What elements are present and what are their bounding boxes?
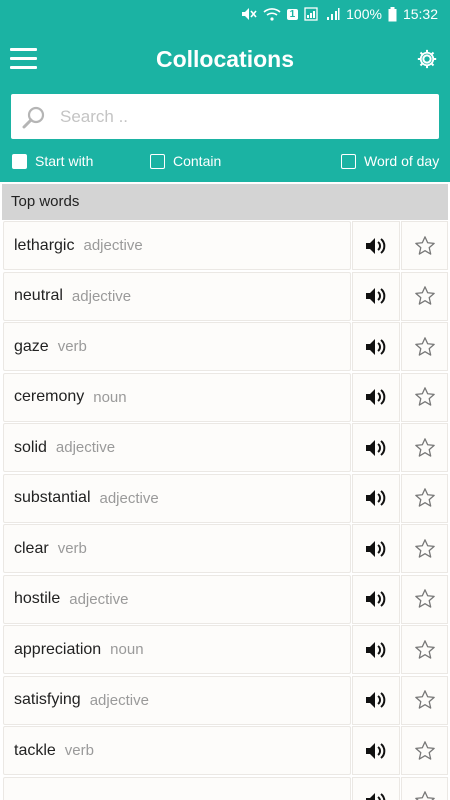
- speaker-icon[interactable]: [352, 726, 400, 775]
- word-entry[interactable]: [3, 776, 351, 800]
- speaker-icon[interactable]: [352, 625, 400, 674]
- signal-bars-icon: [327, 8, 340, 20]
- search-box: [11, 94, 439, 139]
- word-text: clear: [14, 539, 49, 557]
- word-pos: verb: [64, 742, 94, 759]
- speaker-icon[interactable]: [352, 372, 400, 422]
- word-pos: adjective: [69, 590, 129, 608]
- word-entry[interactable]: substantial adjective: [3, 473, 351, 523]
- filter-label: Word of day: [364, 153, 440, 169]
- word-pos: adjective: [89, 691, 149, 709]
- word-entry[interactable]: hostile adjective: [3, 574, 351, 624]
- filter-label: Contain: [173, 153, 222, 169]
- word-of-day-checkbox[interactable]: [341, 153, 356, 169]
- search-area: Start with Contain Word of day: [0, 90, 450, 182]
- word-pos: adjective: [71, 287, 132, 305]
- star-outline-icon[interactable]: [401, 271, 448, 321]
- filter-word-of-day[interactable]: Word of day: [341, 153, 439, 169]
- word-entry[interactable]: gaze verb: [3, 322, 351, 371]
- search-icon: [22, 106, 45, 128]
- word-entry[interactable]: solid adjective: [3, 423, 351, 472]
- list-item: lethargic adjective: [0, 221, 450, 270]
- star-outline-icon[interactable]: [401, 423, 448, 472]
- star-outline-icon[interactable]: [401, 372, 448, 422]
- word-pos: verb: [57, 540, 87, 557]
- word-text: ceremony: [14, 388, 85, 405]
- speaker-icon[interactable]: [352, 271, 400, 321]
- speaker-icon[interactable]: [352, 574, 400, 624]
- star-outline-icon[interactable]: [401, 524, 448, 573]
- status-bar: 1 100% 15:32: [0, 0, 450, 28]
- section-header: Top words: [2, 184, 448, 220]
- list-item: substantial adjective: [0, 473, 450, 523]
- sim-badge: 1: [286, 8, 299, 20]
- app-title: Collocations: [155, 46, 294, 72]
- speaker-icon[interactable]: [352, 776, 400, 800]
- contain-checkbox[interactable]: [150, 153, 165, 169]
- word-text: tackle: [14, 741, 56, 759]
- word-pos: noun: [93, 388, 127, 406]
- word-entry[interactable]: tackle verb: [3, 726, 351, 775]
- word-entry[interactable]: clear verb: [3, 524, 351, 573]
- star-outline-icon[interactable]: [401, 625, 448, 674]
- battery-icon: [388, 6, 397, 21]
- list-item: neutral adjective: [0, 271, 450, 321]
- star-outline-icon[interactable]: [401, 776, 448, 800]
- filter-start-with[interactable]: Start with: [12, 153, 93, 169]
- speaker-icon[interactable]: [352, 221, 400, 270]
- speaker-icon[interactable]: [352, 473, 400, 523]
- word-text: lethargic: [14, 236, 75, 254]
- star-outline-icon[interactable]: [401, 726, 448, 775]
- gear-icon[interactable]: [416, 48, 438, 70]
- battery-percent: 100%: [346, 6, 382, 22]
- word-list: lethargic adjective neutral adjective ga…: [0, 221, 450, 800]
- word-pos: noun: [110, 641, 144, 658]
- star-outline-icon[interactable]: [401, 221, 448, 270]
- word-entry[interactable]: lethargic adjective: [3, 221, 351, 270]
- list-item: appreciation noun: [0, 625, 450, 674]
- word-text: neutral: [14, 287, 63, 304]
- speaker-icon[interactable]: [352, 322, 400, 371]
- word-entry[interactable]: ceremony noun: [3, 372, 351, 422]
- star-outline-icon[interactable]: [401, 574, 448, 624]
- filter-label: Start with: [35, 153, 94, 169]
- speaker-icon[interactable]: [352, 675, 400, 725]
- word-entry[interactable]: neutral adjective: [3, 271, 351, 321]
- filter-options: Start with Contain Word of day: [0, 153, 450, 173]
- wifi-icon: [263, 8, 281, 21]
- word-pos: adjective: [83, 237, 143, 254]
- word-text: satisfying: [14, 691, 81, 708]
- list-item: hostile adjective: [0, 574, 450, 624]
- word-pos: adjective: [55, 439, 116, 456]
- word-text: hostile: [14, 590, 61, 607]
- list-item: tackle verb: [0, 726, 450, 775]
- list-item: clear verb: [0, 524, 450, 573]
- mute-icon: [241, 8, 257, 20]
- word-text: substantial: [14, 489, 91, 506]
- list-item: gaze verb: [0, 322, 450, 371]
- star-outline-icon[interactable]: [401, 473, 448, 523]
- start-with-checkbox[interactable]: [12, 153, 27, 169]
- list-item: satisfying adjective: [0, 675, 450, 725]
- app-bar: Collocations: [0, 28, 450, 90]
- word-entry[interactable]: satisfying adjective: [3, 675, 351, 725]
- word-pos: verb: [57, 338, 87, 355]
- speaker-icon[interactable]: [352, 423, 400, 472]
- list-item: ceremony noun: [0, 372, 450, 422]
- status-time: 15:32: [402, 6, 438, 22]
- word-text: solid: [14, 438, 47, 456]
- list-item: solid adjective: [0, 423, 450, 472]
- signal-icon: [304, 7, 318, 21]
- filter-contain[interactable]: Contain: [150, 153, 221, 169]
- star-outline-icon[interactable]: [401, 322, 448, 371]
- star-outline-icon[interactable]: [401, 675, 448, 725]
- speaker-icon[interactable]: [352, 524, 400, 573]
- search-input[interactable]: [60, 106, 439, 127]
- word-pos: adjective: [99, 489, 159, 507]
- word-text: gaze: [14, 337, 49, 355]
- list-item: [0, 776, 450, 800]
- word-text: appreciation: [14, 640, 102, 658]
- word-entry[interactable]: appreciation noun: [3, 625, 351, 674]
